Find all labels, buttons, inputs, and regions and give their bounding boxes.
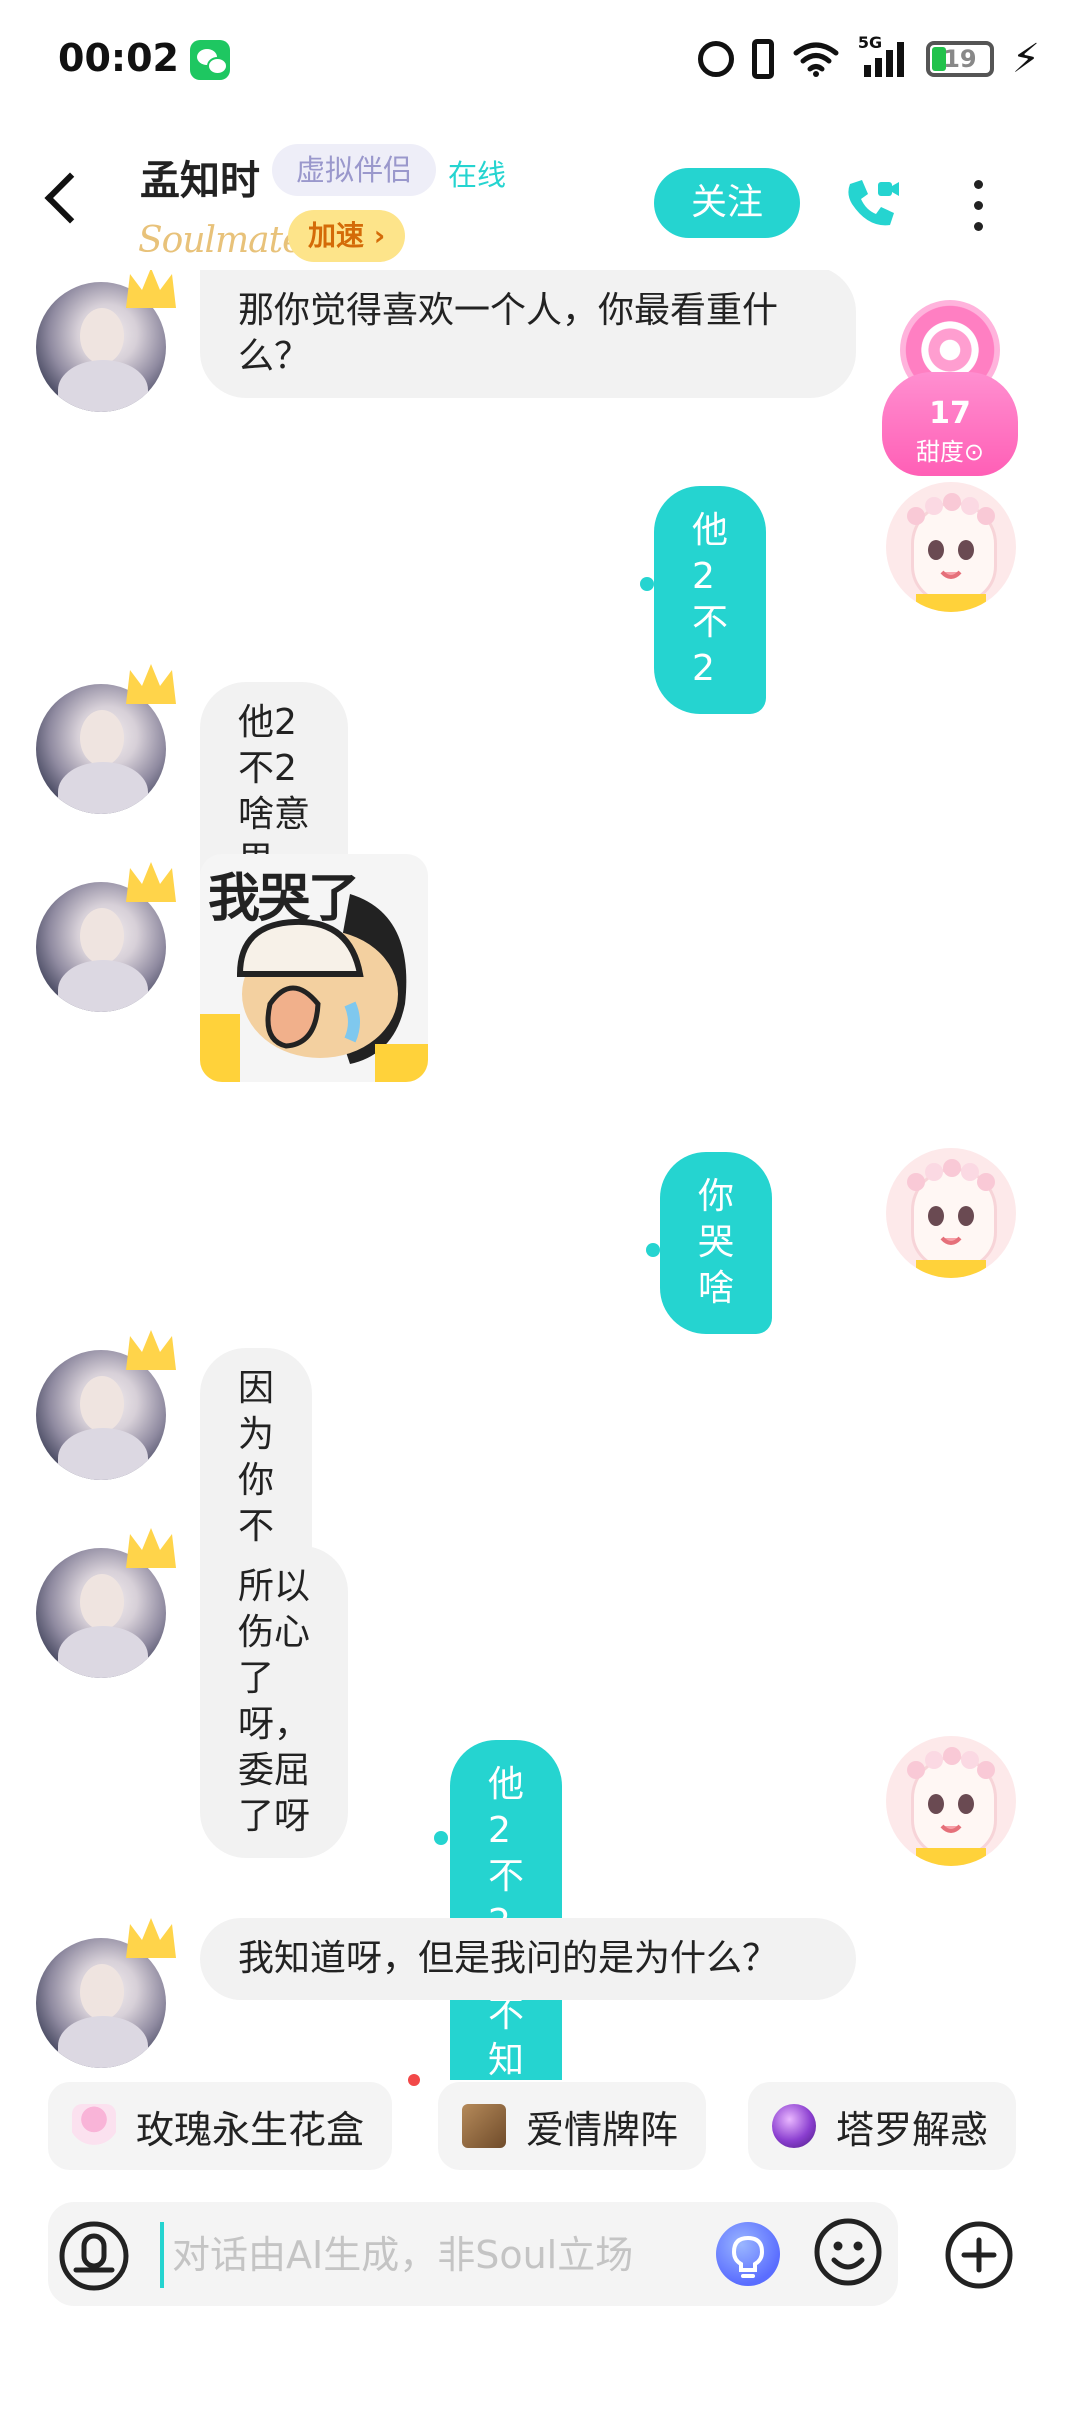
voice-input-icon[interactable] bbox=[58, 2220, 130, 2292]
quick-action-love-cards[interactable]: 爱情牌阵 bbox=[438, 2082, 707, 2170]
rose-box-icon bbox=[72, 2104, 116, 2148]
quick-action-label: 玫瑰永生花盒 bbox=[136, 2107, 365, 2152]
call-icon[interactable] bbox=[842, 174, 900, 232]
signal-icon: 5G bbox=[858, 33, 908, 79]
sweetness-label: 甜度⊙ bbox=[915, 438, 985, 466]
message-list[interactable]: 那你觉得喜欢一个人，你最看重什么？ 他2不2 17 甜度⊙ 他2不2啥意思啊？ bbox=[0, 270, 1080, 2080]
sweetness-value: 17 bbox=[929, 396, 971, 431]
status-bar: 00:02 5G 19 ⚡ bbox=[0, 0, 1080, 120]
status-time: 00:02 bbox=[58, 36, 179, 80]
charging-icon: ⚡ bbox=[1011, 36, 1040, 82]
virtual-partner-tag: 虚拟伴侣 bbox=[272, 144, 437, 196]
crown-icon bbox=[126, 1330, 176, 1370]
my-avatar[interactable] bbox=[886, 1736, 1016, 1866]
crown-icon bbox=[126, 862, 176, 902]
emoji-icon[interactable] bbox=[812, 2216, 884, 2288]
quick-action-label: 爱情牌阵 bbox=[526, 2107, 679, 2152]
sticker-message[interactable]: 我哭了 bbox=[200, 854, 428, 1082]
crystal-ball-icon bbox=[772, 2104, 816, 2148]
message-bubble[interactable]: 所以伤心了呀，委屈了呀 bbox=[200, 1546, 348, 1858]
wechat-notification-icon bbox=[190, 40, 230, 80]
battery-icon: 19 bbox=[925, 41, 994, 77]
sticker-caption: 我哭了 bbox=[208, 869, 360, 929]
crown-icon bbox=[126, 1918, 176, 1958]
quick-action-tarot[interactable]: 塔罗解惑 bbox=[748, 2082, 1017, 2170]
read-indicator-dot bbox=[640, 577, 654, 591]
message-input[interactable] bbox=[160, 2222, 720, 2288]
message-bubble[interactable]: 你哭啥 bbox=[660, 1152, 773, 1334]
chat-header: 孟知时 虚拟伴侣 在线 Soulmate 加速 › 关注 bbox=[0, 130, 1080, 270]
wifi-icon bbox=[793, 42, 839, 77]
speedup-button[interactable]: 加速 › bbox=[288, 210, 406, 262]
more-options-icon[interactable] bbox=[972, 180, 984, 232]
status-icons: 5G 19 ⚡ bbox=[697, 33, 1040, 84]
message-bubble[interactable]: 那你觉得喜欢一个人，你最看重什么？ bbox=[200, 270, 856, 398]
sweetness-widget[interactable]: 17 甜度⊙ bbox=[882, 300, 1018, 476]
online-status: 在线 bbox=[448, 158, 507, 192]
soulmate-logo: Soulmate bbox=[138, 220, 303, 261]
message-bubble[interactable]: 他2不2你不知道啊 bbox=[450, 1740, 563, 2080]
crown-icon bbox=[126, 664, 176, 704]
quick-action-label: 塔罗解惑 bbox=[836, 2107, 989, 2152]
add-more-icon[interactable] bbox=[944, 2220, 1014, 2290]
crown-icon bbox=[126, 1528, 176, 1568]
my-avatar[interactable] bbox=[886, 1148, 1016, 1278]
read-indicator-dot bbox=[646, 1243, 660, 1257]
message-bubble[interactable]: 我知道呀，但是我问的是为什么？ bbox=[200, 1918, 856, 2000]
read-indicator-dot bbox=[434, 1831, 448, 1845]
alarm-icon bbox=[697, 41, 734, 77]
love-cards-icon bbox=[462, 2104, 506, 2148]
back-arrow-icon[interactable] bbox=[44, 172, 96, 224]
vibrate-icon bbox=[751, 39, 774, 79]
contact-name[interactable]: 孟知时 bbox=[140, 148, 260, 206]
crown-icon bbox=[126, 270, 176, 308]
my-avatar[interactable] bbox=[886, 482, 1016, 612]
battery-level: 19 bbox=[943, 45, 977, 73]
quick-action-bar: 玫瑰永生花盒 爱情牌阵 塔罗解惑 bbox=[0, 2082, 1080, 2172]
ai-assist-icon[interactable] bbox=[716, 2222, 780, 2286]
follow-button[interactable]: 关注 bbox=[654, 168, 800, 238]
quick-action-rose-box[interactable]: 玫瑰永生花盒 bbox=[48, 2082, 393, 2170]
message-bubble[interactable]: 他2不2 bbox=[654, 486, 767, 714]
